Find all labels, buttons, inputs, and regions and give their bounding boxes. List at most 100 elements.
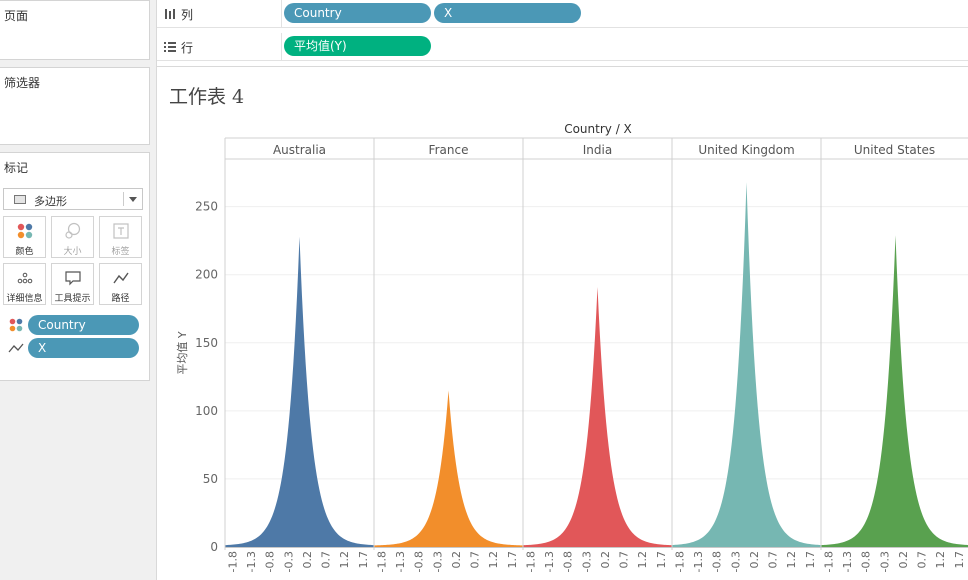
left-panel: 页面 筛选器 标记 多边形 颜色 大小 标签 详细信息 工具提示 路径 Coun…: [0, 0, 157, 580]
x-tick-label: 0.2: [897, 551, 910, 569]
tooltip-button-label: 工具提示: [54, 294, 91, 304]
y-tick-label: 100: [195, 404, 218, 418]
x-tick-label: -1.8: [524, 551, 537, 572]
y-tick-label: 0: [210, 540, 218, 554]
area-united-states: [821, 235, 968, 547]
area-france: [374, 390, 523, 547]
rows-label: 行: [181, 41, 194, 55]
x-tick-label: -0.8: [860, 551, 873, 572]
x-tick-label: 1.2: [338, 551, 351, 569]
x-tick-label: 0.7: [618, 551, 631, 569]
panel-label: United States: [854, 143, 935, 157]
size-button[interactable]: 大小: [51, 216, 94, 258]
label-button[interactable]: 标签: [99, 216, 142, 258]
x-tick-label: -0.3: [878, 551, 891, 572]
y-tick-label: 250: [195, 200, 218, 214]
area-india: [523, 286, 672, 547]
worksheet: 工作表 4 Country / X 0 50 100 150 200 250 平均值 Y Aus…: [157, 66, 968, 580]
avg-y-row-pill[interactable]: 平均值(Y): [284, 36, 431, 56]
rows-shelf: 行 平均值(Y): [157, 33, 968, 61]
x-tick-label: -0.8: [413, 551, 426, 572]
x-tick-label: 1.7: [804, 551, 817, 569]
panel-label: Australia: [273, 143, 326, 157]
marks-card: 标记 多边形 颜色 大小 标签 详细信息 工具提示 路径 Country X: [0, 152, 150, 381]
shelf-divider: [281, 33, 282, 61]
columns-icon: [165, 9, 175, 19]
panel-label: United Kingdom: [698, 143, 794, 157]
columns-shelf: 列 Country X: [157, 0, 968, 28]
x-tick-label: -0.8: [562, 551, 575, 572]
x-tick-label: -0.8: [711, 551, 724, 572]
x-tick-label: 1.2: [487, 551, 500, 569]
x-tick-label: 1.2: [785, 551, 798, 569]
mark-type-dropdown[interactable]: 多边形: [3, 188, 143, 210]
area-united-kingdom: [672, 182, 821, 547]
y-axis-label: 平均值 Y: [176, 331, 189, 374]
x-column-pill[interactable]: X: [434, 3, 581, 23]
x-tick-label: 0.7: [469, 551, 482, 569]
y-tick-label: 200: [195, 268, 218, 282]
x-tick-label: -1.8: [673, 551, 686, 572]
columns-label: 列: [181, 8, 194, 22]
label-button-label: 标签: [111, 247, 130, 257]
marks-title: 标记: [4, 161, 29, 175]
x-tick-label: 1.7: [357, 551, 370, 569]
x-tick-label: 0.7: [916, 551, 929, 569]
path-button-label: 路径: [111, 294, 130, 304]
x-tick-label: -0.3: [729, 551, 742, 572]
color-dots-icon: [9, 318, 23, 332]
y-tick-label: 50: [203, 472, 218, 486]
x-tick-label: -1.3: [692, 551, 705, 572]
dropdown-separator: [123, 192, 124, 206]
x-tick-label: -1.8: [822, 551, 835, 572]
x-tick-label: -1.3: [841, 551, 854, 572]
label-t-icon: [113, 223, 129, 239]
x-tick-label: 1.2: [636, 551, 649, 569]
chevron-down-icon[interactable]: [129, 197, 137, 202]
filters-card[interactable]: 筛选器: [0, 67, 150, 145]
shelf-divider: [281, 0, 282, 28]
size-circles-icon: [65, 222, 81, 239]
country-color-pill[interactable]: Country: [28, 315, 139, 335]
x-tick-label: -0.3: [580, 551, 593, 572]
size-button-label: 大小: [63, 247, 82, 257]
path-button[interactable]: 路径: [99, 263, 142, 305]
detail-dots-icon: [17, 272, 33, 284]
x-tick-label: 1.2: [934, 551, 947, 569]
x-tick-label: -0.3: [431, 551, 444, 572]
x-tick-label: -1.3: [245, 551, 258, 572]
tooltip-button[interactable]: 工具提示: [51, 263, 94, 305]
country-column-pill[interactable]: Country: [284, 3, 431, 23]
path-line-icon: [113, 272, 129, 284]
x-tick-label: 0.2: [301, 551, 314, 569]
area-chart: Country / X 0 50 100 150 200 250 平均值 Y Australia…: [176, 122, 968, 572]
rows-icon: [164, 42, 176, 52]
x-tick-label: 0.2: [450, 551, 463, 569]
detail-button-label: 详细信息: [6, 294, 43, 304]
mark-type-label: 多边形: [34, 195, 67, 208]
color-dots-icon: [17, 223, 33, 239]
tooltip-bubble-icon: [65, 271, 81, 286]
detail-button[interactable]: 详细信息: [3, 263, 46, 305]
x-tick-label: -1.3: [543, 551, 556, 572]
x-tick-label: 0.7: [320, 551, 333, 569]
path-line-icon: [8, 343, 24, 353]
panel-label: France: [429, 143, 469, 157]
x-tick-label: 0.7: [767, 551, 780, 569]
x-tick-label: 0.2: [599, 551, 612, 569]
polygon-mark-icon: [14, 195, 26, 204]
x-tick-label: -1.8: [375, 551, 388, 572]
x-tick-label: 0.2: [748, 551, 761, 569]
panel-label: India: [583, 143, 612, 157]
x-tick-label: 1.7: [655, 551, 668, 569]
color-button[interactable]: 颜色: [3, 216, 46, 258]
color-button-label: 颜色: [15, 247, 34, 257]
filters-title: 筛选器: [4, 76, 41, 90]
x-tick-label: 1.7: [506, 551, 519, 569]
x-tick-label: 1.7: [953, 551, 966, 569]
x-path-pill[interactable]: X: [28, 338, 139, 358]
pages-title: 页面: [4, 9, 29, 23]
pages-card[interactable]: 页面: [0, 0, 150, 60]
x-tick-label: -1.8: [226, 551, 239, 572]
y-tick-label: 150: [195, 336, 218, 350]
